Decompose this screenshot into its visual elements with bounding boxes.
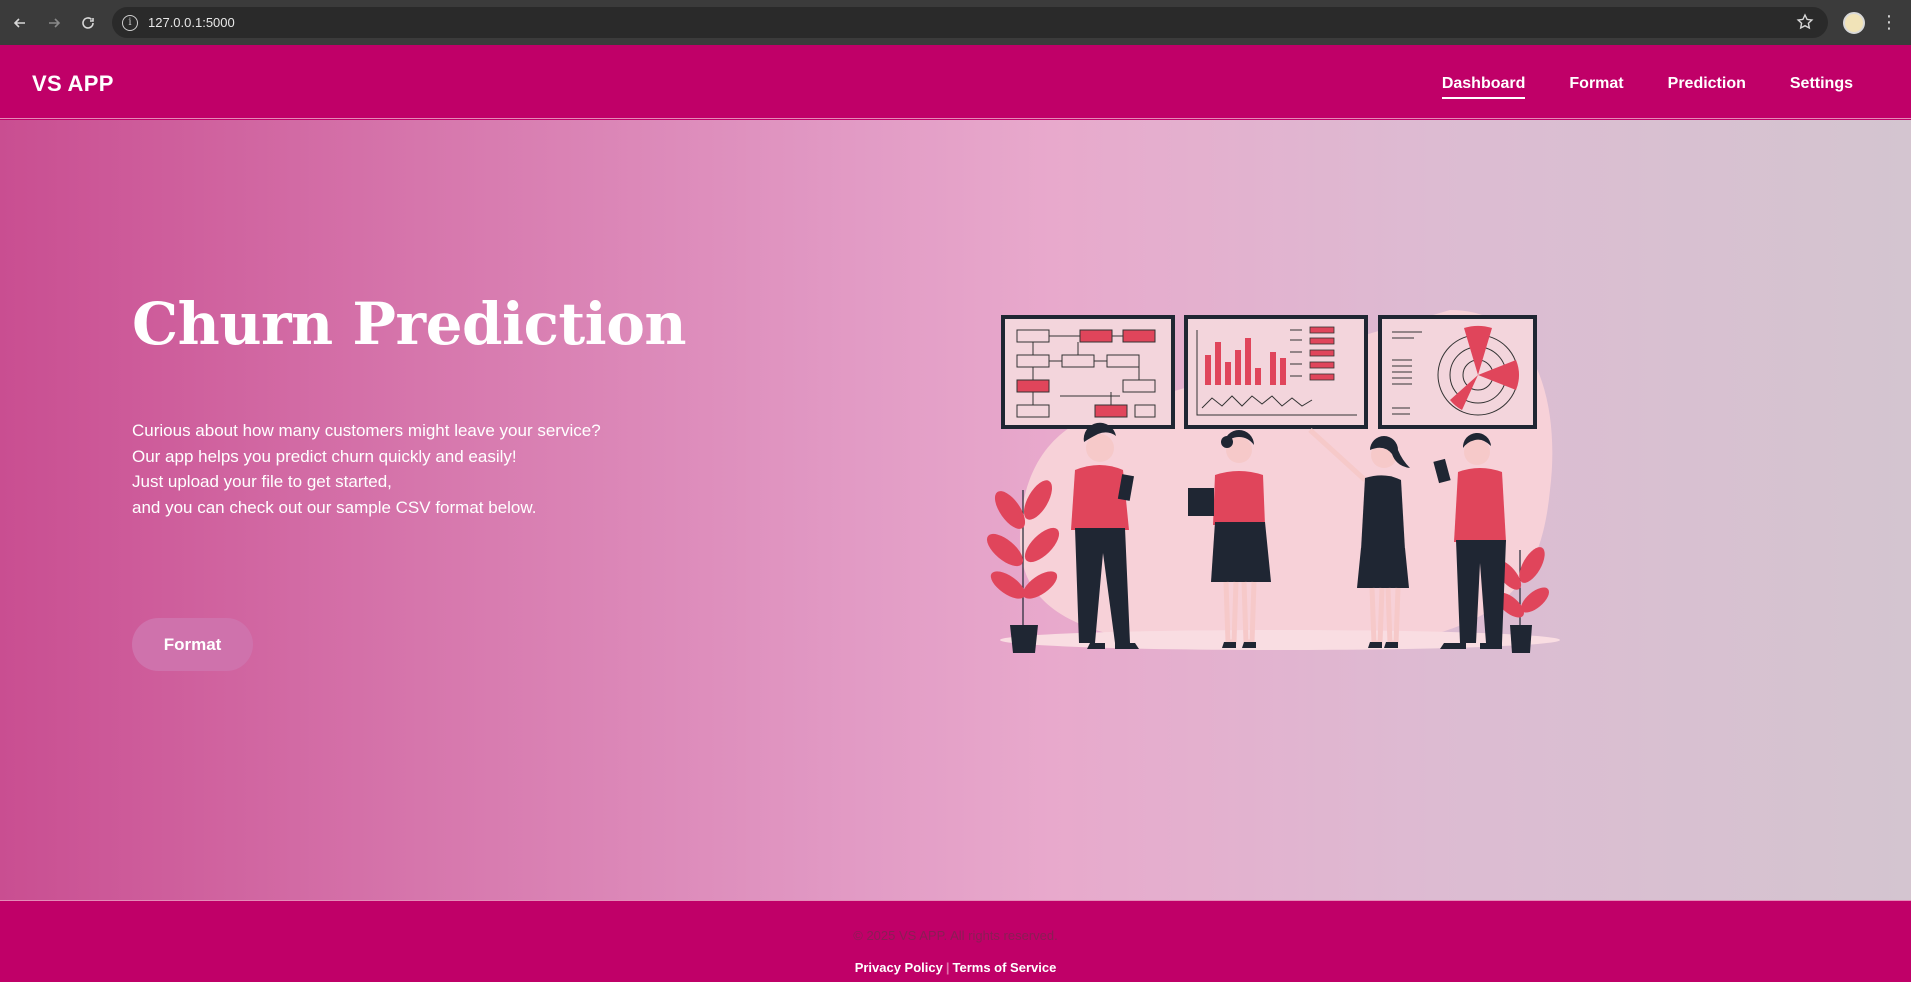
site-footer: © 2025 VS APP. All rights reserved. Priv… <box>0 900 1911 982</box>
nav-dashboard[interactable]: Dashboard <box>1441 75 1526 99</box>
kebab-menu-icon[interactable]: ⋮ <box>1880 12 1898 32</box>
nav-format[interactable]: Format <box>1569 75 1623 99</box>
site-info-icon[interactable]: i <box>122 14 138 31</box>
footer-separator: | <box>945 960 950 975</box>
forward-icon[interactable] <box>40 9 68 37</box>
nav-links: Dashboard Format Prediction Settings <box>1441 75 1853 99</box>
bar-chart-screen <box>1184 315 1368 429</box>
browser-toolbar: i 127.0.0.1:5000 ⋮ <box>0 0 1911 45</box>
hero-section: Churn Prediction Curious about how many … <box>0 120 1911 900</box>
nav-settings[interactable]: Settings <box>1790 75 1853 99</box>
address-bar[interactable]: i 127.0.0.1:5000 <box>112 7 1828 38</box>
hero-line: and you can check out our sample CSV for… <box>132 497 537 517</box>
privacy-policy-link[interactable]: Privacy Policy <box>855 960 943 975</box>
footer-copyright: © 2025 VS APP. All rights reserved. <box>853 928 1058 943</box>
nav-prediction[interactable]: Prediction <box>1668 75 1746 99</box>
flowchart-screen <box>1001 315 1175 429</box>
format-button[interactable]: Format <box>132 618 253 671</box>
bookmark-star-icon[interactable] <box>1796 13 1814 36</box>
team-dashboard-illustration <box>986 310 1560 653</box>
url-text: 127.0.0.1:5000 <box>148 15 235 30</box>
footer-links: Privacy Policy | Terms of Service <box>0 960 1911 975</box>
app-navbar: VS APP Dashboard Format Prediction Setti… <box>0 45 1911 119</box>
pie-chart-screen <box>1378 315 1537 429</box>
profile-avatar[interactable] <box>1843 12 1865 34</box>
hero-description: Curious about how many customers might l… <box>132 418 601 520</box>
back-icon[interactable] <box>6 9 34 37</box>
hero-line: Just upload your file to get started, <box>132 472 392 491</box>
reload-icon[interactable] <box>74 9 102 37</box>
hero-line: Curious about how many customers might l… <box>132 421 601 440</box>
hero-line: Our app helps you predict churn quickly … <box>132 446 517 466</box>
hero-title: Churn Prediction <box>132 290 687 358</box>
terms-of-service-link[interactable]: Terms of Service <box>953 960 1057 975</box>
brand-logo[interactable]: VS APP <box>32 71 114 97</box>
